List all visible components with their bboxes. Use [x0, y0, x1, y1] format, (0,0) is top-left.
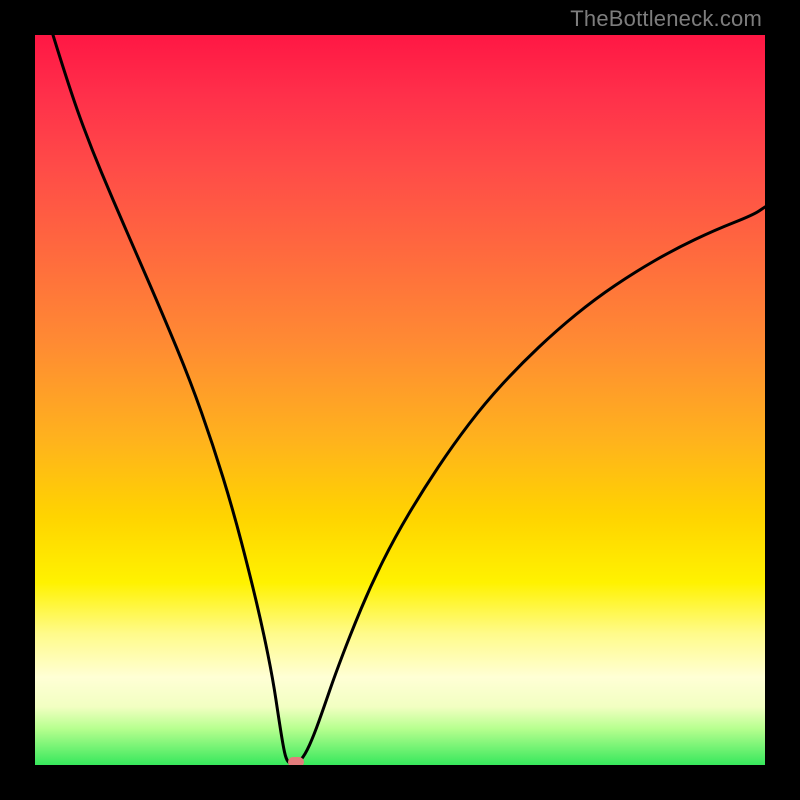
plot-area	[35, 35, 765, 765]
bottleneck-marker	[288, 757, 304, 765]
bottleneck-curve	[35, 35, 765, 765]
watermark-text: TheBottleneck.com	[570, 6, 762, 32]
chart-container: TheBottleneck.com	[0, 0, 800, 800]
